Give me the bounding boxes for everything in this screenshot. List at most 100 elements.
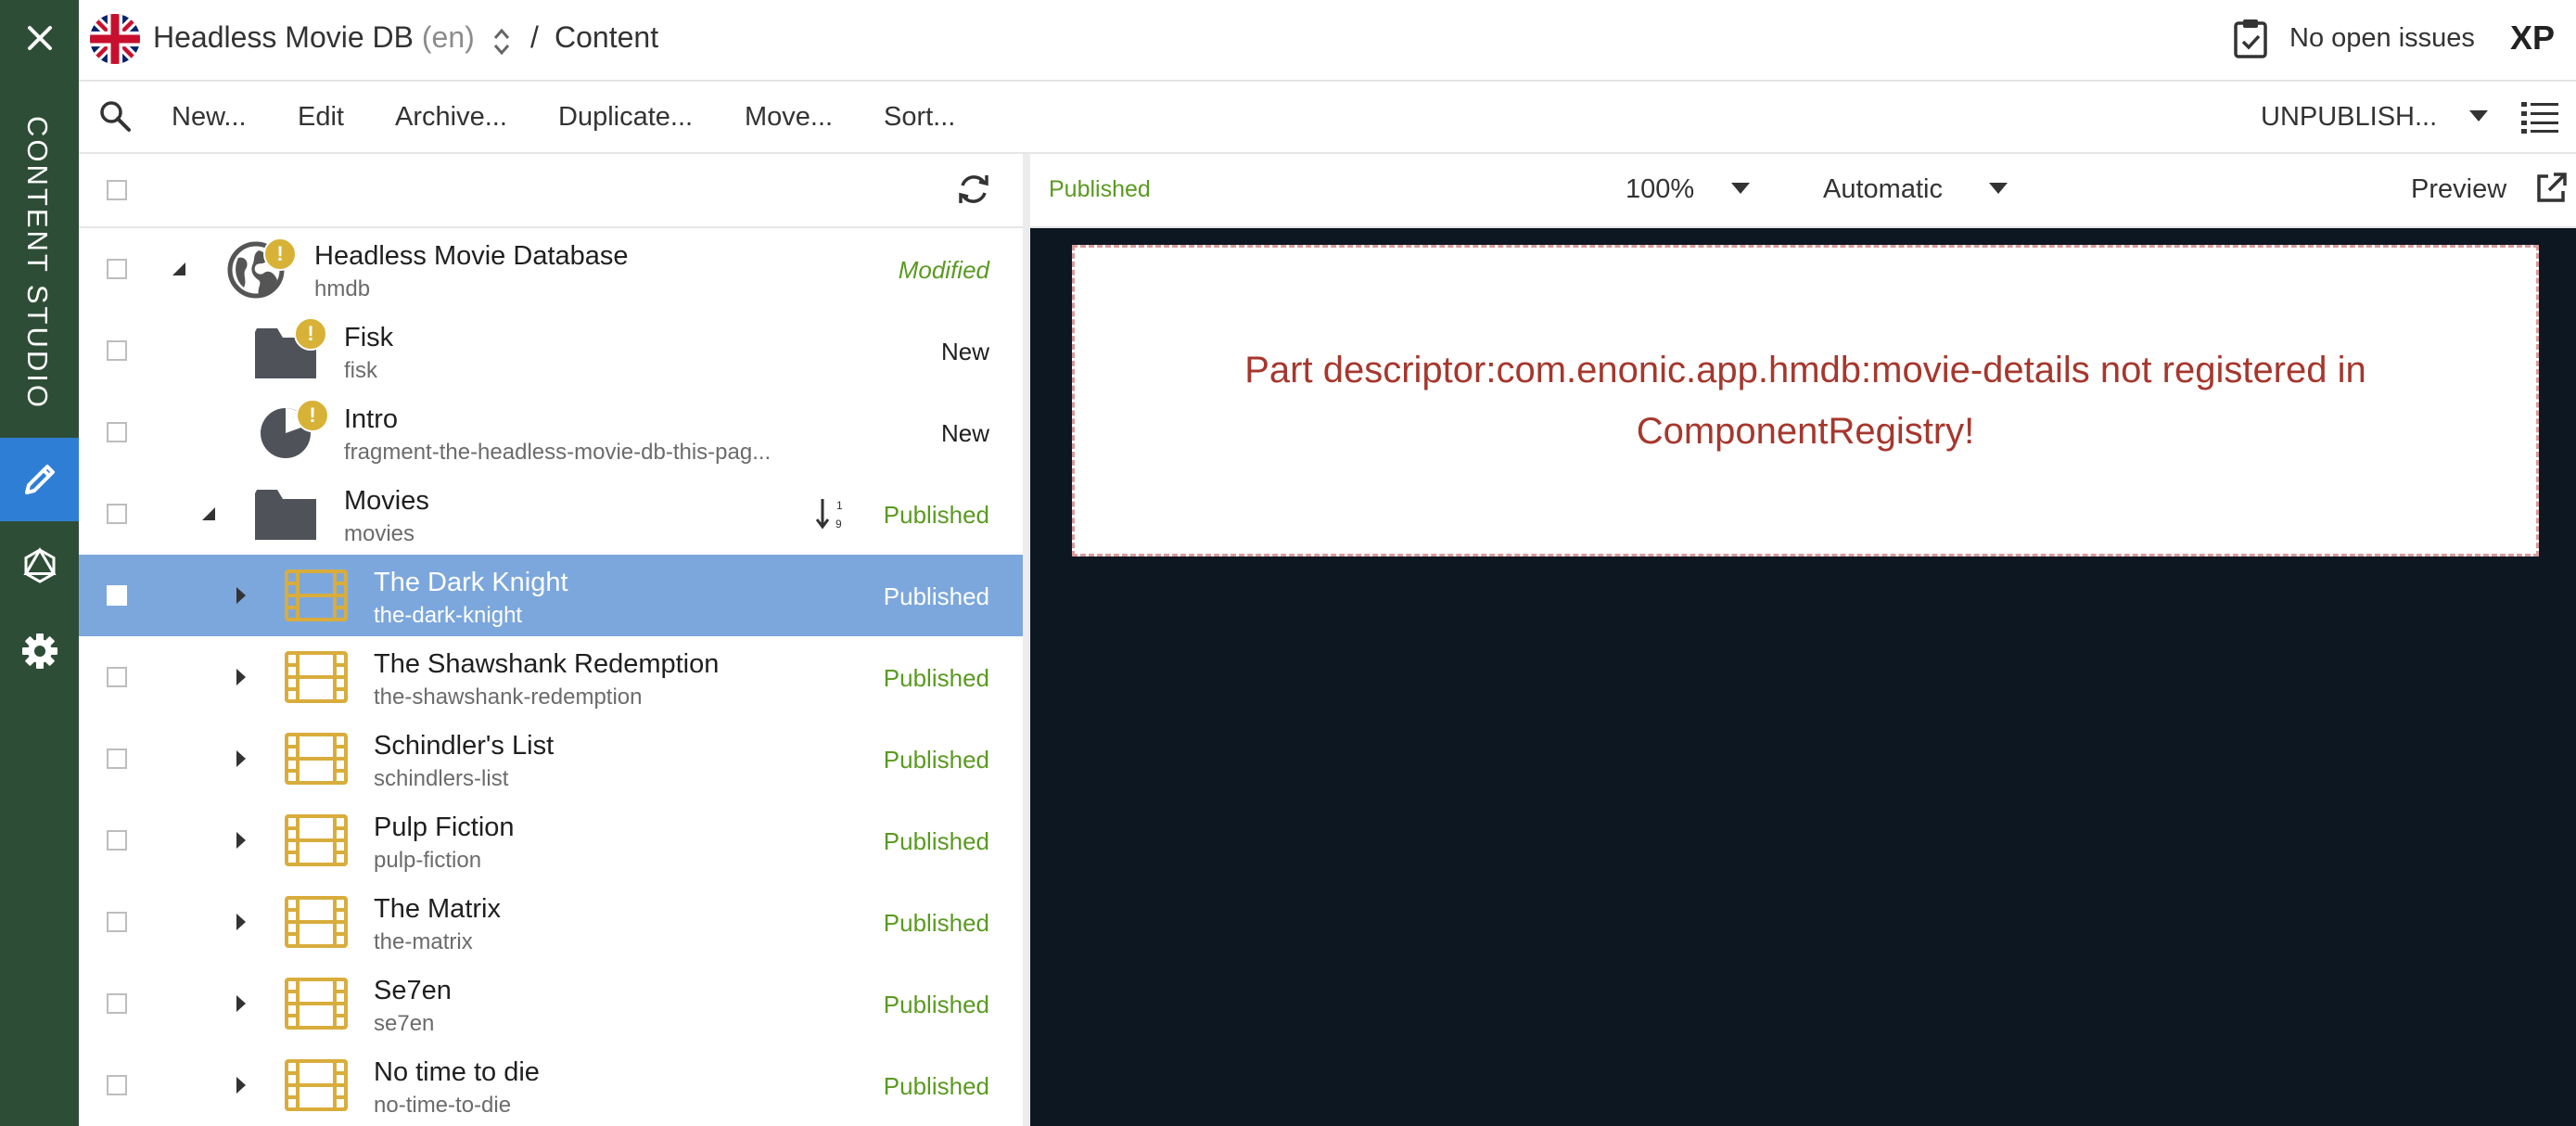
- breadcrumb-separator: /: [530, 20, 539, 54]
- tree-row[interactable]: Schindler's List schindlers-list Publish…: [79, 718, 1023, 800]
- row-path: movies: [344, 521, 415, 546]
- row-name: Headless Movie Database: [314, 241, 629, 271]
- expand-toggle-icon[interactable]: [235, 668, 248, 686]
- graphql-icon: [22, 547, 57, 583]
- row-checkbox[interactable]: [107, 422, 127, 442]
- status-badge: Published: [883, 501, 989, 529]
- rail-item-content[interactable]: [0, 438, 79, 521]
- move-button[interactable]: Move...: [745, 102, 833, 133]
- status-badge: Published: [883, 1072, 989, 1100]
- issues-button[interactable]: No open issues: [2289, 23, 2475, 54]
- search-icon[interactable]: [97, 98, 133, 134]
- dropdown-arrow-icon[interactable]: [1988, 182, 2009, 195]
- status-badge: Published: [883, 582, 989, 610]
- row-checkbox[interactable]: [107, 912, 127, 932]
- external-link-icon[interactable]: [2533, 171, 2569, 206]
- expand-toggle-icon[interactable]: [235, 749, 248, 768]
- error-placeholder: Part descriptor:com.enonic.app.hmdb:movi…: [1072, 245, 2539, 557]
- zoom-select[interactable]: 100%: [1626, 174, 1694, 205]
- row-checkbox[interactable]: [107, 1075, 127, 1095]
- status-badge: Published: [883, 746, 989, 774]
- row-path: hmdb: [314, 276, 371, 301]
- tree-row[interactable]: Pulp Fiction pulp-fiction Published: [79, 800, 1023, 881]
- list-view-icon[interactable]: [2521, 100, 2558, 134]
- rail-item-graphql[interactable]: [0, 524, 79, 608]
- preview-button[interactable]: Preview: [2411, 174, 2506, 205]
- tree-row[interactable]: Movies movies 1 9 Published: [79, 473, 1023, 555]
- tree-row[interactable]: The Shawshank Redemption the-shawshank-r…: [79, 636, 1023, 718]
- row-checkbox[interactable]: [107, 259, 127, 279]
- gear-icon: [21, 633, 57, 669]
- error-message: Part descriptor:com.enonic.app.hmdb:movi…: [1244, 350, 2366, 452]
- tree-row[interactable]: Se7en se7en Published: [79, 963, 1023, 1044]
- svg-text:9: 9: [835, 518, 842, 531]
- row-checkbox[interactable]: [107, 667, 127, 687]
- expand-toggle-icon[interactable]: [235, 586, 248, 605]
- expand-toggle-icon[interactable]: [235, 1076, 248, 1094]
- status-badge: New: [940, 338, 989, 365]
- row-path: se7en: [374, 1011, 435, 1036]
- row-path: the-dark-knight: [374, 603, 523, 628]
- tree-row-selected[interactable]: The Dark Knight the-dark-knight Publishe…: [79, 555, 1023, 636]
- project-name: Headless Movie DB: [153, 20, 414, 54]
- unpublish-button[interactable]: UNPUBLISH...: [2261, 102, 2437, 133]
- row-checkbox[interactable]: [107, 993, 127, 1014]
- project-language: (en): [421, 20, 475, 54]
- film-icon: [285, 733, 348, 785]
- status-badge: New: [940, 419, 989, 447]
- status-badge: Published: [883, 827, 989, 855]
- sort-order-icon: 1 9: [816, 499, 843, 531]
- row-name: The Matrix: [374, 894, 501, 924]
- tree-row[interactable]: ! Headless Movie Database hmdb Modified: [79, 228, 1023, 310]
- row-name: Schindler's List: [374, 731, 555, 761]
- close-button[interactable]: [0, 0, 79, 76]
- xp-logo[interactable]: XP: [2510, 19, 2555, 58]
- clipboard-check-icon[interactable]: [2232, 17, 2269, 59]
- collapse-toggle-icon[interactable]: [201, 506, 216, 521]
- row-checkbox[interactable]: [107, 340, 127, 361]
- rail-item-settings[interactable]: [0, 609, 79, 693]
- row-checkbox[interactable]: [107, 749, 127, 769]
- row-checkbox[interactable]: [107, 504, 127, 524]
- select-all-checkbox[interactable]: [107, 180, 127, 200]
- refresh-icon[interactable]: [955, 171, 992, 208]
- duplicate-button[interactable]: Duplicate...: [558, 102, 693, 133]
- content-tree: ! Headless Movie Database hmdb Modified …: [79, 154, 1023, 1126]
- device-mode-select[interactable]: Automatic: [1823, 174, 1943, 205]
- app-rail: CONTENT STUDIO: [0, 0, 79, 1126]
- row-path: the-matrix: [374, 929, 473, 954]
- tree-row[interactable]: The Matrix the-matrix Published: [79, 881, 1023, 963]
- uk-flag-icon: [90, 14, 140, 64]
- row-name: Intro: [344, 404, 399, 434]
- row-checkbox[interactable]: [107, 585, 127, 606]
- row-path: fragment-the-headless-movie-db-this-pag.…: [344, 440, 772, 465]
- warning-icon: !: [263, 237, 297, 271]
- dropdown-arrow-icon[interactable]: [2468, 109, 2489, 122]
- tree-row[interactable]: ! Intro fragment-the-headless-movie-db-t…: [79, 391, 1023, 473]
- expand-toggle-icon[interactable]: [235, 994, 248, 1013]
- tree-row[interactable]: No time to die no-time-to-die Published: [79, 1044, 1023, 1126]
- preview-canvas: Part descriptor:com.enonic.app.hmdb:movi…: [1030, 228, 2576, 1126]
- status-badge: Published: [883, 991, 989, 1018]
- tree-row[interactable]: ! Fisk fisk New: [79, 310, 1023, 391]
- dropdown-arrow-icon[interactable]: [1730, 182, 1751, 195]
- status-badge: Modified: [898, 256, 989, 284]
- expand-toggle-icon[interactable]: [235, 831, 248, 850]
- collapse-toggle-icon[interactable]: [172, 262, 186, 276]
- archive-button[interactable]: Archive...: [395, 102, 507, 133]
- new-button[interactable]: New...: [172, 102, 247, 133]
- film-icon: [285, 896, 348, 948]
- row-name: Se7en: [374, 976, 452, 1005]
- expand-toggle-icon[interactable]: [235, 913, 248, 931]
- panel-splitter[interactable]: [1023, 154, 1030, 1126]
- film-icon: [285, 978, 348, 1030]
- film-icon: [285, 569, 348, 621]
- row-name: The Shawshank Redemption: [374, 649, 720, 679]
- app-header: Headless Movie DB (en) / Content No open…: [79, 0, 2576, 82]
- row-name: No time to die: [374, 1057, 540, 1087]
- chevron-updown-icon[interactable]: [491, 26, 512, 58]
- row-checkbox[interactable]: [107, 830, 127, 851]
- edit-button[interactable]: Edit: [298, 102, 344, 133]
- project-selector[interactable]: Headless Movie DB (en): [153, 20, 475, 55]
- sort-button[interactable]: Sort...: [884, 102, 955, 133]
